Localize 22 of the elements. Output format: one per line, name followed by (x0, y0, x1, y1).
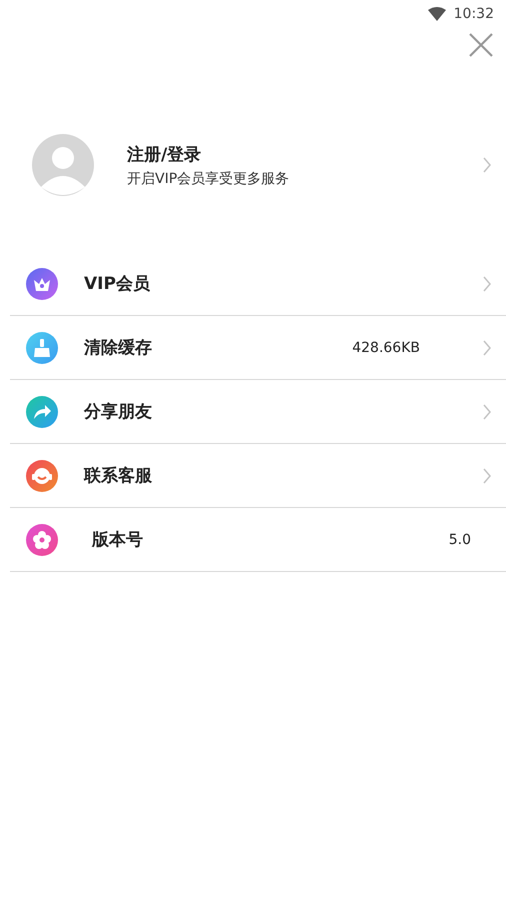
status-time: 10:32 (454, 6, 494, 22)
login-subtitle: 开启VIP会员享受更多服务 (127, 170, 290, 188)
menu-item[interactable]: 清除缓存 428.66KB (10, 316, 506, 380)
menu-label: 版本号 (92, 529, 144, 551)
menu-label: 清除缓存 (84, 337, 153, 359)
menu-label: VIP会员 (84, 273, 151, 295)
menu-item[interactable]: 版本号 5.0 (10, 508, 506, 572)
close-button[interactable] (468, 32, 494, 58)
wifi-icon (428, 7, 446, 21)
menu-value: 5.0 (448, 532, 471, 548)
avatar-icon (32, 134, 94, 196)
smiley-headset-icon (26, 460, 58, 492)
menu-item[interactable]: 分享朋友 (10, 380, 506, 444)
login-title[interactable]: 注册/登录 (127, 142, 482, 166)
broom-icon (26, 332, 58, 364)
menu-label: 联系客服 (84, 465, 153, 487)
menu-item[interactable]: VIP会员 (10, 252, 506, 316)
crown-icon (26, 268, 58, 300)
menu-value: 428.66KB (352, 340, 420, 356)
menu-item[interactable]: 联系客服 (10, 444, 506, 508)
flower-icon (26, 524, 58, 556)
menu-label: 分享朋友 (84, 401, 153, 423)
